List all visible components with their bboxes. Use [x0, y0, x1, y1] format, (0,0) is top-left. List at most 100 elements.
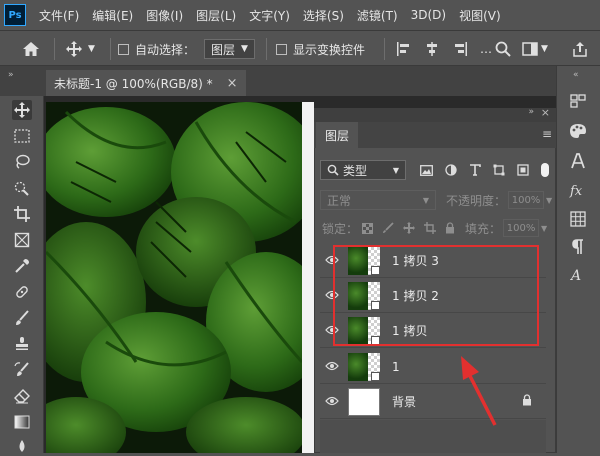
- collapse-panels-icon[interactable]: «: [573, 70, 579, 80]
- move-tool-preset[interactable]: ▼: [66, 31, 95, 67]
- more-options-icon[interactable]: …: [480, 31, 492, 67]
- gradient-tool-icon[interactable]: [12, 412, 32, 432]
- document-tab[interactable]: 未标题-1 @ 100%(RGB/8) * ×: [46, 70, 246, 96]
- workspace-switcher[interactable]: ▼: [522, 31, 548, 67]
- canvas-photo-leaves: [46, 102, 302, 453]
- menu-bar: Ps 文件(F) 编辑(E) 图像(I) 图层(L) 文字(Y) 选择(S) 滤…: [0, 0, 600, 30]
- layer-name: 背景: [392, 395, 417, 409]
- clone-stamp-tool-icon[interactable]: [12, 334, 32, 354]
- align-left-icon[interactable]: [396, 31, 412, 67]
- document-tab-title: 未标题-1 @ 100%(RGB/8) *: [54, 76, 213, 91]
- visibility-eye-icon[interactable]: [320, 360, 344, 374]
- lock-pixels-icon[interactable]: [382, 222, 394, 234]
- lock-position-icon[interactable]: [403, 222, 416, 234]
- paragraph-icon[interactable]: [567, 236, 589, 258]
- crop-tool-icon[interactable]: [12, 204, 32, 224]
- menu-view[interactable]: 视图(V): [459, 7, 501, 24]
- align-center-icon[interactable]: [424, 31, 440, 67]
- close-panel-icon[interactable]: ×: [541, 106, 550, 119]
- healing-brush-tool-icon[interactable]: [12, 282, 32, 302]
- lock-artboard-icon[interactable]: [424, 222, 437, 234]
- layer-name: 1: [392, 359, 400, 374]
- menu-file[interactable]: 文件(F): [39, 7, 79, 24]
- menu-layer[interactable]: 图层(L): [196, 7, 236, 24]
- history-icon[interactable]: [567, 90, 589, 112]
- filter-shape-icon[interactable]: [493, 164, 505, 176]
- auto-select-dropdown[interactable]: 图层 ▼: [204, 39, 255, 59]
- menu-image[interactable]: 图像(I): [146, 7, 183, 24]
- brush-tool-icon[interactable]: [12, 308, 32, 328]
- blend-row: 正常 ▼ 不透明度： 100% ▼: [314, 188, 556, 212]
- blend-mode-value: 正常: [327, 193, 352, 208]
- layer-filter-row: 类型 ▼: [314, 156, 556, 184]
- lock-label: 锁定：: [322, 221, 359, 236]
- eraser-tool-icon[interactable]: [12, 386, 32, 406]
- share-icon[interactable]: [572, 31, 588, 67]
- lock-transparent-icon[interactable]: [362, 222, 374, 234]
- separator: [384, 38, 385, 60]
- menu-3d[interactable]: 3D(D): [411, 8, 446, 22]
- chevron-down-icon[interactable]: ▼: [546, 196, 552, 205]
- show-transform-checkbox[interactable]: [276, 43, 287, 55]
- character-icon[interactable]: [567, 150, 589, 172]
- history-brush-tool-icon[interactable]: [12, 360, 32, 380]
- layers-footer: [320, 420, 546, 453]
- layer-thumbnail: [348, 352, 380, 381]
- filter-toggle-icon[interactable]: [541, 163, 549, 177]
- search-icon[interactable]: [495, 31, 511, 67]
- blur-tool-icon[interactable]: [12, 436, 32, 456]
- menu-type[interactable]: 文字(Y): [249, 7, 290, 24]
- lasso-tool-icon[interactable]: [12, 152, 32, 172]
- home-icon[interactable]: [22, 31, 40, 67]
- workspace-icon: [522, 42, 538, 56]
- show-transform-label: 显示变换控件: [293, 42, 366, 57]
- layer-row-background[interactable]: 背景: [320, 385, 546, 419]
- lock-row: 锁定： 填充： 100% ▼: [314, 216, 556, 240]
- eyedropper-tool-icon[interactable]: [12, 256, 32, 276]
- fx-icon[interactable]: fx: [567, 180, 589, 202]
- smart-object-icon: [371, 371, 380, 381]
- separator: [266, 38, 267, 60]
- menu-filter[interactable]: 滤镜(T): [357, 7, 398, 24]
- tools-panel: [0, 96, 44, 453]
- chevron-down-icon: ▼: [88, 44, 95, 54]
- filter-kind-dropdown[interactable]: 类型 ▼: [320, 160, 406, 180]
- frame-tool-icon[interactable]: [12, 230, 32, 250]
- opacity-input[interactable]: 100%: [508, 191, 545, 209]
- collapse-icon[interactable]: »: [528, 107, 534, 117]
- separator: [54, 38, 55, 60]
- move-icon: [66, 41, 82, 57]
- collapse-toolbar-icon[interactable]: »: [8, 70, 14, 80]
- menu-select[interactable]: 选择(S): [303, 7, 344, 24]
- filter-smart-object-icon[interactable]: [517, 164, 529, 176]
- separator: [110, 38, 111, 60]
- filter-pixel-icon[interactable]: [420, 164, 433, 176]
- blend-mode-dropdown[interactable]: 正常 ▼: [320, 190, 436, 210]
- highlight-box: [333, 245, 539, 346]
- fill-input[interactable]: 100%: [503, 219, 540, 237]
- right-panel-strip: « fx A: [556, 66, 600, 453]
- menu-edit[interactable]: 编辑(E): [92, 7, 133, 24]
- lock-all-icon[interactable]: [445, 222, 455, 234]
- tab-layers[interactable]: 图层: [316, 122, 358, 148]
- auto-select-checkbox[interactable]: [118, 43, 129, 55]
- glyphs-icon[interactable]: A: [567, 264, 589, 286]
- filter-type-icon[interactable]: [469, 164, 481, 176]
- align-right-icon[interactable]: [452, 31, 468, 67]
- panel-menu-icon[interactable]: ≡: [542, 127, 552, 141]
- color-palette-icon[interactable]: [567, 120, 589, 142]
- filter-adjustment-icon[interactable]: [445, 164, 457, 176]
- close-icon[interactable]: ×: [227, 76, 238, 91]
- quick-select-tool-icon[interactable]: [12, 178, 32, 198]
- swatches-icon[interactable]: [567, 208, 589, 230]
- auto-select-value: 图层: [211, 42, 236, 57]
- layer-row[interactable]: 1: [320, 350, 546, 384]
- visibility-eye-icon[interactable]: [320, 395, 344, 409]
- chevron-down-icon[interactable]: ▼: [541, 224, 547, 233]
- lock-icon: [522, 394, 532, 409]
- marquee-tool-icon[interactable]: [12, 126, 32, 146]
- panel-header: » ×: [314, 106, 556, 122]
- move-tool-icon[interactable]: [12, 100, 32, 120]
- search-icon: [327, 164, 339, 176]
- chevron-down-icon: ▼: [392, 165, 399, 175]
